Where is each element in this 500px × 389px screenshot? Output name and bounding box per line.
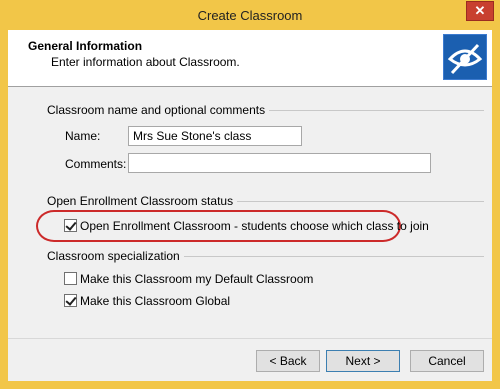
specialization-group: Classroom specialization <box>47 249 484 265</box>
comments-field[interactable] <box>128 153 431 173</box>
specialization-group-label: Classroom specialization <box>47 249 184 263</box>
dialog-window: Create Classroom ✕ General Information E… <box>0 0 500 389</box>
next-button[interactable]: Next > <box>326 350 400 372</box>
close-button[interactable]: ✕ <box>466 1 494 21</box>
name-comments-group: Classroom name and optional comments <box>47 103 484 119</box>
window-title: Create Classroom <box>197 8 303 23</box>
title-bar[interactable]: Create Classroom ✕ <box>0 0 500 30</box>
button-bar: < Back Next > Cancel <box>8 338 492 381</box>
close-icon: ✕ <box>474 3 486 18</box>
eye-logo-icon <box>443 34 487 80</box>
back-button[interactable]: < Back <box>256 350 320 372</box>
enrollment-group: Open Enrollment Classroom status <box>47 194 484 210</box>
default-classroom-label[interactable]: Make this Classroom my Default Classroom <box>80 272 313 286</box>
name-comments-group-label: Classroom name and optional comments <box>47 103 270 117</box>
open-enrollment-label[interactable]: Open Enrollment Classroom - students cho… <box>80 219 429 233</box>
name-label: Name: <box>65 129 101 143</box>
comments-label: Comments: <box>65 157 127 171</box>
open-enrollment-checkbox[interactable] <box>64 219 77 232</box>
default-classroom-checkbox[interactable] <box>64 272 77 285</box>
global-classroom-checkbox[interactable] <box>64 294 77 307</box>
group-divider <box>172 256 484 257</box>
enrollment-group-label: Open Enrollment Classroom status <box>47 194 238 208</box>
group-divider <box>215 201 484 202</box>
header-title: General Information <box>28 39 143 53</box>
global-classroom-label[interactable]: Make this Classroom Global <box>80 294 230 308</box>
cancel-button[interactable]: Cancel <box>410 350 484 372</box>
dialog-content: General Information Enter information ab… <box>8 30 492 381</box>
header-subtitle: Enter information about Classroom. <box>51 55 240 69</box>
name-field[interactable] <box>128 126 302 146</box>
wizard-header: General Information Enter information ab… <box>8 30 492 87</box>
group-divider <box>242 110 484 111</box>
